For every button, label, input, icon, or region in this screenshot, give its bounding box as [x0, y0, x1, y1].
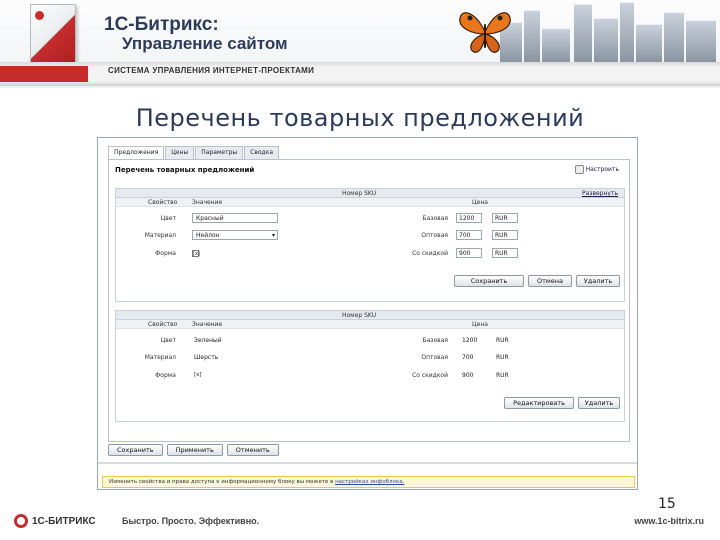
delete-sku-button[interactable]: Удалить — [578, 397, 620, 409]
logo-dot — [35, 11, 44, 20]
footer-slogan: Быстро. Просто. Эффективно. — [122, 516, 260, 526]
settings-label: Настроить — [585, 166, 619, 173]
property-label: Форма — [155, 372, 176, 379]
tagline: СИСТЕМА УПРАВЛЕНИЯ ИНТЕРНЕТ-ПРОЕКТАМИ — [108, 66, 315, 75]
col-property: Свойство — [148, 199, 178, 206]
currency-value: RUR — [496, 337, 509, 344]
price-value: 700 — [462, 354, 474, 361]
sku-header: Номер SKU Развернуть — [116, 189, 624, 198]
slide: 1С-Битрикс: Управление сайтом СИСТЕМА УП… — [0, 0, 720, 540]
property-label: Материал — [144, 232, 176, 239]
price-input[interactable]: 700 — [456, 230, 482, 240]
offers-panel: Перечень товарных предложений Настроить … — [108, 159, 630, 442]
panel-title: Перечень товарных предложений — [115, 166, 255, 174]
columns-header: Свойство Значение Цена — [116, 198, 624, 207]
divider — [98, 462, 637, 464]
notice-text: Изменить свойства и права доступа к инфо… — [109, 479, 334, 485]
currency-value: RUR — [496, 354, 509, 361]
product-name: Управление сайтом — [122, 34, 288, 53]
info-notice: Изменить свойства и права доступа к инфо… — [102, 476, 635, 488]
col-value: Значение — [192, 199, 223, 206]
form-checkbox[interactable]: [x] — [192, 250, 200, 257]
settings-link[interactable]: Настроить — [574, 165, 619, 174]
property-label: Цвет — [160, 215, 176, 222]
brand-name: 1С-Битрикс: — [104, 14, 219, 35]
price-label: Оптовая — [421, 232, 448, 239]
property-label: Форма — [155, 250, 176, 257]
slide-title: Перечень товарных предложений — [135, 104, 585, 132]
currency-select[interactable]: RUR — [492, 248, 518, 258]
property-value: [x] — [194, 372, 202, 378]
footer-url[interactable]: www.1c-bitrix.ru — [634, 516, 704, 526]
tab-bar: Предложения Цены Параметры Сводка — [108, 146, 280, 160]
currency-select[interactable]: RUR — [492, 213, 518, 223]
currency-value: RUR — [496, 372, 509, 379]
chevron-down-icon: ▾ — [271, 232, 275, 239]
tab-summary[interactable]: Сводка — [244, 146, 280, 160]
sku-block-1: Номер SKU Развернуть Свойство Значение Ц… — [115, 188, 625, 302]
footer: 1С-БИТРИКС Быстро. Просто. Эффективно. w… — [0, 508, 720, 540]
delete-sku-button[interactable]: Удалить — [576, 275, 620, 287]
price-label: Со скидкой — [412, 250, 448, 257]
property-label: Цвет — [160, 337, 176, 344]
price-value: 1200 — [462, 337, 478, 344]
header-banner: 1С-Битрикс: Управление сайтом СИСТЕМА УП… — [0, 0, 720, 88]
price-label: Базовая — [422, 215, 448, 222]
price-input[interactable]: 900 — [456, 248, 482, 258]
expand-link[interactable]: Развернуть — [582, 190, 618, 197]
property-value: Шерсть — [194, 354, 219, 361]
iblock-settings-link[interactable]: настройках инфоблока. — [335, 479, 404, 485]
price-label: Базовая — [422, 337, 448, 344]
price-label: Оптовая — [421, 354, 448, 361]
cancel-sku-button[interactable]: Отмена — [528, 275, 572, 287]
property-label: Материал — [144, 354, 176, 361]
material-select[interactable]: Нейлон ▾ — [192, 230, 278, 240]
gear-icon — [574, 165, 584, 174]
admin-screenshot: Предложения Цены Параметры Сводка Перече… — [97, 137, 638, 490]
sku-header: Номер SKU — [116, 311, 624, 320]
cancel-button[interactable]: Отменить — [226, 444, 279, 456]
tab-parameters[interactable]: Параметры — [195, 146, 244, 160]
sku-block-2: Номер SKU Свойство Значение Цена Цвет Зе… — [115, 310, 625, 422]
col-price: Цена — [472, 199, 488, 206]
col-property: Свойство — [148, 321, 178, 328]
tab-prices[interactable]: Цены — [165, 146, 195, 160]
color-input[interactable]: Красный — [192, 213, 278, 223]
apply-button[interactable]: Применить — [166, 444, 223, 456]
butterfly-icon — [459, 12, 511, 53]
material-value: Нейлон — [196, 232, 220, 239]
sku-number: Номер SKU — [342, 312, 377, 319]
footer-logo: 1С-БИТРИКС — [14, 514, 96, 528]
col-price: Цена — [472, 321, 488, 328]
bitrix-logo-icon — [14, 514, 28, 528]
property-value: Зеленый — [194, 337, 222, 344]
form-checkbox-mark: [x] — [193, 251, 200, 257]
columns-header: Свойство Значение Цена — [116, 320, 624, 329]
sku-number: Номер SKU — [342, 190, 377, 197]
accent-block — [0, 66, 88, 82]
price-value: 900 — [462, 372, 474, 379]
tab-offers[interactable]: Предложения — [108, 146, 165, 160]
edit-sku-button[interactable]: Редактировать — [504, 397, 574, 409]
col-value: Значение — [192, 321, 223, 328]
currency-select[interactable]: RUR — [492, 230, 518, 240]
footer-logo-text: 1С-БИТРИКС — [32, 515, 96, 527]
save-sku-button[interactable]: Сохранить — [454, 275, 524, 287]
save-button[interactable]: Сохранить — [108, 444, 163, 456]
price-input[interactable]: 1200 — [456, 213, 482, 223]
form-actions: Сохранить Применить Отменить — [108, 444, 279, 456]
price-label: Со скидкой — [412, 372, 448, 379]
